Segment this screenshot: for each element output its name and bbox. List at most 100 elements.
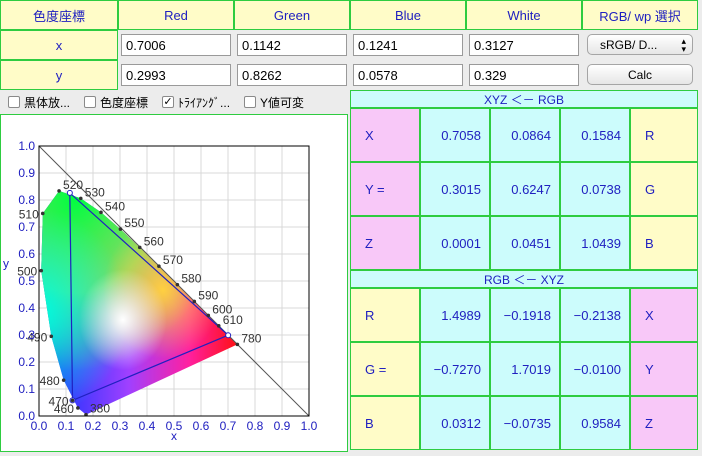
m1-col-label: G	[630, 162, 698, 216]
wavelength-label: 570	[163, 253, 183, 267]
y-tick-label: 0.8	[18, 193, 35, 207]
m2-value: −0.2138	[560, 288, 630, 342]
x-tick-label: 0.9	[274, 419, 291, 433]
m2-value: −0.7270	[420, 342, 490, 396]
triangle-checkbox[interactable]: ✓ ﾄﾗｲｱﾝｸﾞ...	[162, 94, 230, 111]
wavelength-mark	[78, 196, 83, 201]
wavelength-mark	[206, 313, 211, 318]
header-green: Green	[234, 0, 350, 30]
wavelength-mark	[57, 189, 61, 193]
m2-value: 0.9584	[560, 396, 630, 450]
checkbox-box[interactable]	[244, 96, 257, 108]
wavelength-label: 380	[90, 402, 110, 416]
wavelength-mark	[40, 211, 45, 216]
m1-value: 0.3015	[420, 162, 490, 216]
blackbody-checkbox[interactable]: 黒体放...	[8, 94, 70, 111]
wavelength-mark	[118, 227, 123, 231]
xyz-from-rgb-matrix: X 0.7058 0.0864 0.1584 R Y = 0.3015 0.6247 0.073…	[350, 108, 698, 270]
checkbox-box[interactable]	[84, 96, 97, 108]
wavelength-label: 530	[85, 185, 105, 199]
wavelength-mark	[137, 245, 142, 250]
option-checkboxes: 黒体放... 色度座標 ✓ ﾄﾗｲｱﾝｸﾞ... Y値可変	[0, 90, 348, 114]
m1-value: 0.0864	[490, 108, 560, 162]
primary-point	[225, 332, 232, 339]
wavelength-label: 550	[124, 216, 144, 230]
wavelength-mark	[175, 282, 180, 287]
m2-value: −0.1918	[490, 288, 560, 342]
header-white: White	[466, 0, 582, 30]
green-x-input[interactable]	[237, 34, 347, 56]
wavelength-label: 540	[105, 199, 125, 213]
m2-col-label: Y	[630, 342, 698, 396]
row-label-x: x	[0, 30, 118, 60]
wavelength-mark	[99, 210, 103, 215]
m1-value: 1.0439	[560, 216, 630, 270]
m1-value: 0.0451	[490, 216, 560, 270]
chevron-updown-icon: ▴ ▾	[681, 35, 686, 54]
chromaticity-checkbox[interactable]: 色度座標	[84, 94, 148, 111]
m1-value: 0.0738	[560, 162, 630, 216]
wavelength-label: 580	[181, 272, 201, 286]
m1-value: 0.1584	[560, 108, 630, 162]
m1-col-label: R	[630, 108, 698, 162]
blue-y-input[interactable]	[353, 64, 463, 86]
y-tick-label: 1.0	[18, 139, 35, 153]
blue-x-input[interactable]	[353, 34, 463, 56]
wavelength-label: 590	[198, 288, 218, 302]
matrix2-title: RGB ＜－ XYZ	[350, 270, 698, 288]
wavelength-mark	[216, 324, 221, 328]
m1-row-label: Y =	[350, 162, 420, 216]
x-tick-label: 1.0	[301, 419, 318, 433]
green-y-input[interactable]	[237, 64, 347, 86]
red-x-input[interactable]	[121, 34, 231, 56]
header-red: Red	[118, 0, 234, 30]
y-tick-label: 0.4	[18, 301, 35, 315]
header-blue: Blue	[350, 0, 466, 30]
wavelength-mark	[49, 334, 54, 339]
wavelength-mark	[235, 342, 240, 347]
rgb-wp-select-value: sRGB/ D...	[600, 37, 658, 52]
m2-col-label: Z	[630, 396, 698, 450]
wavelength-mark	[157, 264, 161, 269]
x-tick-label: 0.4	[139, 419, 156, 433]
header-corner: 色度座標	[0, 0, 118, 30]
row-label-y: y	[0, 60, 118, 90]
m2-col-label: X	[630, 288, 698, 342]
x-axis-label: x	[171, 429, 177, 443]
y-tick-label: 0.6	[18, 247, 35, 261]
m1-value: 0.0001	[420, 216, 490, 270]
wavelength-label: 480	[40, 374, 60, 388]
m2-row-label: G =	[350, 342, 420, 396]
checkbox-box[interactable]	[8, 96, 20, 108]
rgb-wp-select[interactable]: sRGB/ D... ▴ ▾	[587, 34, 693, 55]
m1-row-label: X	[350, 108, 420, 162]
wavelength-mark	[76, 406, 80, 410]
wavelength-label: 460	[54, 402, 74, 416]
matrix1-title: XYZ ＜－ RGB	[350, 90, 698, 108]
m1-value: 0.7058	[420, 108, 490, 162]
x-tick-label: 0.3	[112, 419, 129, 433]
header-rgb-wp: RGB/ wp 選択	[582, 0, 698, 30]
m1-value: 0.6247	[490, 162, 560, 216]
wavelength-label: 780	[241, 331, 261, 345]
m2-value: −0.0100	[560, 342, 630, 396]
m2-row-label: R	[350, 288, 420, 342]
wavelength-mark	[39, 268, 44, 273]
chromaticity-chart-panel: 520 530 540 550 560 570 580 590 600 610 780 510 500 4…	[0, 114, 348, 452]
m2-row-label: B	[350, 396, 420, 450]
red-y-input[interactable]	[121, 64, 231, 86]
wavelength-mark	[192, 299, 197, 304]
x-tick-label: 0.6	[193, 419, 210, 433]
y-tick-label: 0.5	[18, 274, 35, 288]
x-tick-label: 0.8	[247, 419, 264, 433]
white-y-input[interactable]	[469, 64, 579, 86]
white-x-input[interactable]	[469, 34, 579, 56]
y-tick-label: 0.3	[18, 328, 35, 342]
calc-button[interactable]: Calc	[587, 64, 693, 85]
rgb-from-xyz-matrix: R 1.4989 −0.1918 −0.2138 X G = −0.7270 1.7019 −0…	[350, 288, 698, 450]
m2-value: 0.0312	[420, 396, 490, 450]
checkmark-icon[interactable]: ✓	[162, 96, 175, 108]
y-tick-label: 0.1	[18, 382, 35, 396]
y-variable-checkbox[interactable]: Y値可変	[244, 94, 304, 111]
y-tick-label: 0.0	[18, 409, 35, 423]
